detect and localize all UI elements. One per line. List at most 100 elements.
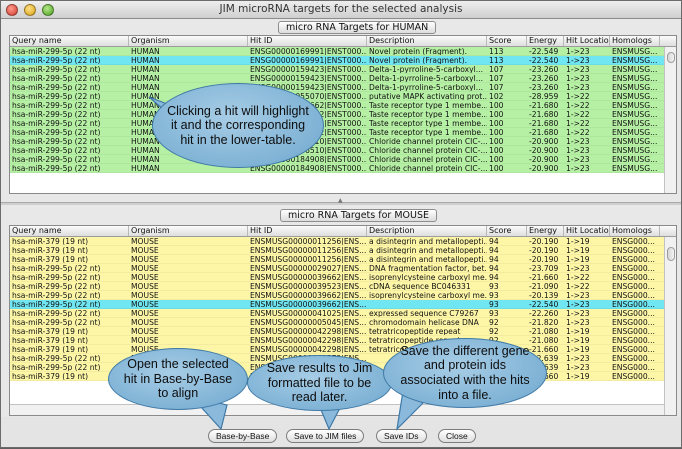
table-row[interactable]: hsa-miR-299-5p (22 nt) HUMAN ENSG000001849… [10,155,676,164]
mouse-table-scroll-thumb[interactable] [667,247,675,261]
table-row[interactable]: hsa-miR-299-5p (22 nt) HUMAN ENSG000001594… [10,74,676,83]
table-cell: chromodomain helicase DNA [369,318,479,326]
panel-splitter[interactable]: ▲ [1,197,681,205]
table-cell: hsa-miR-299-5p (22 nt) [12,291,101,299]
table-cell: ENSG000... [612,345,655,353]
table-row[interactable]: hsa-miR-299-5p (22 nt)HUMANENSG000001865… [10,146,676,155]
table-cell: 93 [489,291,499,299]
table-cell: hsa-miR-379 (19 nt) [12,255,89,263]
table-cell: 1->19 [566,255,590,263]
column-header[interactable]: Query name [10,226,129,236]
table-row[interactable]: hsa-miR-299-5p (22 nt) HUMAN ENSG000001699… [10,47,676,56]
table-row[interactable]: hsa-miR-299-5p (22 nt) MOUSE ENSMUSG000000… [10,318,676,327]
table-row[interactable]: hsa-miR-299-5p (22 nt) HUMAN ENSG000000550… [10,92,676,101]
table-cell: hsa-miR-299-5p (22 nt) [12,273,101,281]
table-row[interactable]: hsa-miR-299-5p (22 nt) MOUSE ENSMUSG000000… [10,273,676,282]
table-cell: MOUSE [131,336,159,344]
human-table-scroll-thumb[interactable] [667,52,675,63]
save-ids-button[interactable]: Save IDs [376,429,427,443]
column-header[interactable]: Hit ID [248,226,367,236]
save-jim-files-button[interactable]: Save to JIM files [286,429,365,443]
table-row[interactable]: hsa-miR-299-5p (22 nt) HUMAN ENSG000001594… [10,65,676,74]
column-header[interactable]: Organism [129,226,248,236]
table-cell: -21.820 [529,318,559,326]
table-row[interactable]: hsa-miR-379 (19 nt) MOUSE ENSMUSG000000112… [10,237,676,246]
table-cell: HUMAN [131,56,160,64]
column-header[interactable]: Description [367,226,487,236]
splitter-grip-icon[interactable]: ▲ [338,197,343,204]
table-cell: a disintegrin and metallopepti... [369,255,487,263]
table-cell: -21.080 [529,336,559,344]
table-row[interactable]: hsa-miR-299-5p (22 nt)HUMANENSG000001736… [10,110,676,119]
table-cell: MOUSE [131,237,159,245]
column-header[interactable]: Energy [527,226,564,236]
table-cell: 100 [489,101,504,109]
table-row[interactable]: hsa-miR-299-5p (22 nt)HUMANENSG000001736… [10,128,676,137]
table-row[interactable]: hsa-miR-379 (19 nt) MOUSE ENSMUSG000000422… [10,336,676,345]
table-cell: ENSMUSG... [612,146,658,154]
table-row[interactable]: hsa-miR-299-5p (22 nt) MOUSE ENSMUSG000000… [10,309,676,318]
table-cell: ENSMUSG... [612,92,658,100]
table-cell: ENSG000... [612,300,655,308]
table-row[interactable]: hsa-miR-379 (19 nt) MOUSE ENSMUSG000000112… [10,255,676,264]
table-row[interactable]: hsa-miR-299-5p (22 nt) HUMAN ENSG000001849… [10,164,676,173]
table-row[interactable]: hsa-miR-299-5p (22 nt)HUMANENSG000001736… [10,119,676,128]
column-header[interactable]: Hit ID [248,36,367,46]
table-cell: 1->23 [566,74,590,82]
column-header[interactable]: Hit Location [564,36,610,46]
table-row[interactable]: hsa-miR-299-5p (22 nt) HUMAN ENSG000001594… [10,83,676,92]
close-button[interactable]: Close [438,429,476,443]
mouse-table-header: Query name Organism Hit ID Description Score… [10,226,676,237]
column-header[interactable]: Homologs [610,36,660,46]
mouse-table-vertical-scrollbar[interactable] [664,237,676,415]
table-cell: a disintegrin and metallopepti... [369,237,487,245]
column-header[interactable]: Organism [129,36,248,46]
title-bar: JIM microRNA targets for the selected an… [1,1,681,19]
column-header[interactable]: Score [487,36,527,46]
table-row[interactable]: hsa-miR-299-5p (22 nt) MOUSE ENSMUSG000000… [10,264,676,273]
callout-save-jim: Save results to Jim formatted file to be… [247,355,392,411]
table-cell: hsa-miR-299-5p (22 nt) [12,74,101,82]
table-row[interactable]: hsa-miR-299-5p (22 nt)HUMANENSG000001736… [10,101,676,110]
human-table-vertical-scrollbar[interactable] [664,47,676,193]
table-cell: hsa-miR-299-5p (22 nt) [12,264,101,272]
table-cell: 113 [489,47,504,55]
table-cell: expressed sequence C79267 [369,309,479,317]
selected-table-row[interactable]: hsa-miR-299-5p (22 nt) MOUSE ENSMUSG000000… [10,300,676,309]
column-header[interactable]: Description [367,36,487,46]
table-cell: 1->23 [566,363,590,371]
table-cell: isoprenylcysteine carboxyl me... [369,273,487,281]
base-by-base-button[interactable]: Base-by-Base [208,429,278,443]
column-header[interactable]: Query name [10,36,129,46]
table-row[interactable]: hsa-miR-299-5p (22 nt)HUMANENSG000001865… [10,137,676,146]
table-cell: Delta-1-pyrroline-5-carboxyl... [369,74,484,82]
selected-table-row[interactable]: hsa-miR-299-5p (22 nt) HUMAN ENSG000001699… [10,56,676,65]
table-cell: ENSG000... [612,372,655,380]
human-targets-table[interactable]: Query name Organism Hit ID Description Score… [9,35,677,194]
table-row[interactable]: hsa-miR-379 (19 nt) MOUSE ENSMUSG000000422… [10,345,676,354]
table-cell: tetratricopeptide repeat [369,327,461,335]
table-cell: hsa-miR-379 (19 nt) [12,246,89,254]
column-header[interactable]: Energy [527,36,564,46]
table-cell: ENSG000... [612,237,655,245]
table-cell: hsa-miR-299-5p (22 nt) [12,354,101,362]
table-cell: -20.190 [529,255,559,263]
table-cell: -28.959 [529,92,559,100]
column-header[interactable]: Score [487,226,527,236]
table-cell: -22.260 [529,309,559,317]
table-cell: 1->23 [566,56,590,64]
mouse-panel-title: micro RNA Targets for MOUSE [280,209,437,222]
table-cell: MOUSE [131,273,159,281]
column-header[interactable]: Hit Location [564,226,610,236]
table-cell: ENSMUSG00000042298|ENS... [250,345,367,353]
table-row[interactable]: hsa-miR-379 (19 nt) MOUSE ENSMUSG000000112… [10,246,676,255]
table-row[interactable]: hsa-miR-299-5p (22 nt) MOUSE ENSMUSG000000… [10,291,676,300]
column-header[interactable]: Homologs [610,226,660,236]
table-row[interactable]: hsa-miR-379 (19 nt) MOUSE ENSMUSG000000422… [10,327,676,336]
table-row[interactable]: hsa-miR-299-5p (22 nt) MOUSE ENSMUSG000000… [10,282,676,291]
table-cell: 1->19 [566,345,590,353]
table-cell: ENSG000... [612,354,655,362]
table-cell: ENSMUSG00000011256|ENS... [250,237,367,245]
table-cell: hsa-miR-379 (19 nt) [12,336,89,344]
table-cell: ENSMUSG00000039662|ENS... [250,300,367,308]
